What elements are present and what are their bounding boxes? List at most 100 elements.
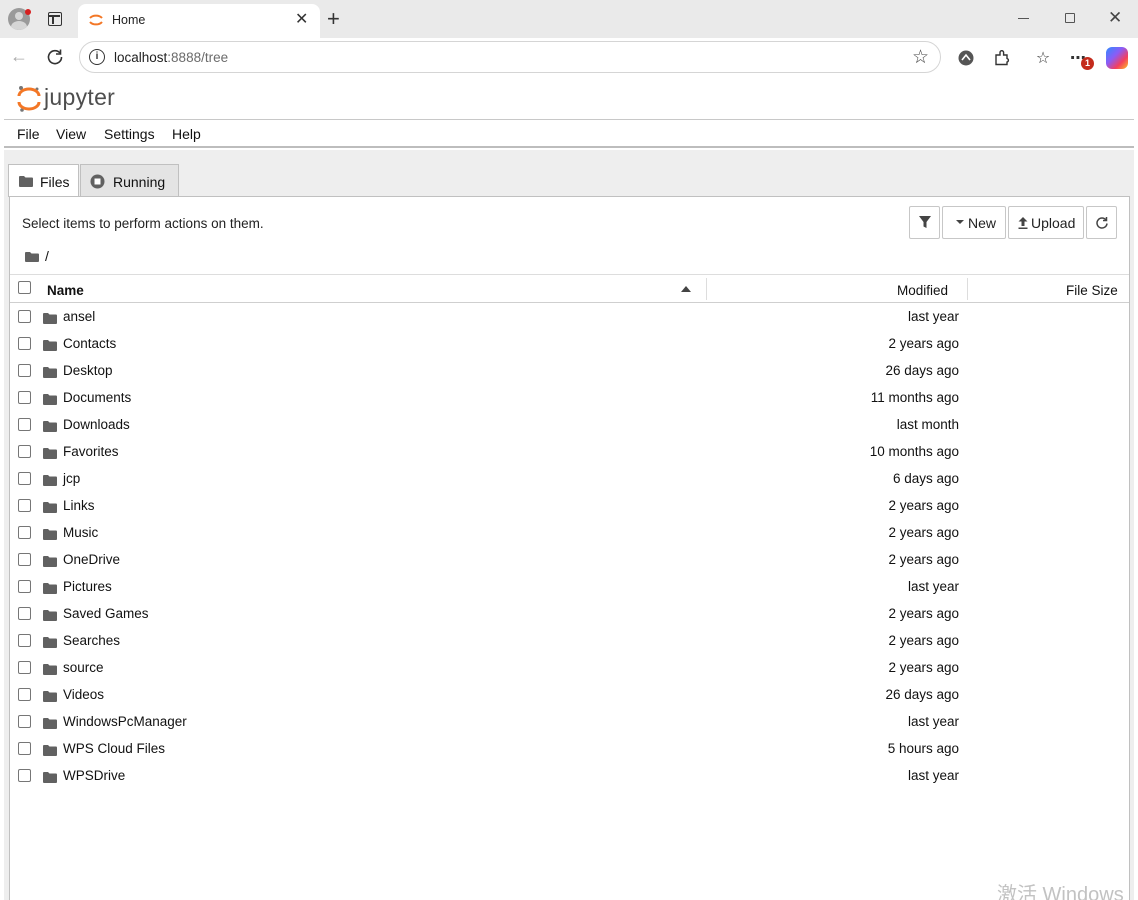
row-checkbox[interactable] [18, 553, 31, 566]
file-name[interactable]: WindowsPcManager [63, 714, 187, 729]
url-text[interactable]: localhost:8888/tree [114, 50, 228, 65]
favorites-icon[interactable]: ☆ [1033, 49, 1053, 69]
row-checkbox[interactable] [18, 769, 31, 782]
sort-ascending-icon[interactable] [681, 286, 691, 292]
home-folder-icon[interactable] [25, 252, 39, 262]
file-name[interactable]: Downloads [63, 417, 130, 432]
row-checkbox[interactable] [18, 499, 31, 512]
menu-file[interactable]: File [17, 126, 40, 142]
maximize-icon[interactable] [1065, 13, 1075, 23]
file-name[interactable]: WPSDrive [63, 768, 125, 783]
row-checkbox[interactable] [18, 418, 31, 431]
folder-icon [43, 311, 57, 324]
file-row[interactable]: Searches 2 years ago [10, 627, 1129, 654]
file-modified: 2 years ago [888, 525, 959, 540]
file-row[interactable]: ansel last year [10, 303, 1129, 330]
row-checkbox[interactable] [18, 310, 31, 323]
folder-icon [43, 581, 57, 594]
column-divider[interactable] [706, 278, 707, 300]
menu-help[interactable]: Help [172, 126, 201, 142]
file-modified: last month [896, 417, 959, 432]
file-name[interactable]: source [63, 660, 104, 675]
file-name[interactable]: Desktop [63, 363, 113, 378]
row-checkbox[interactable] [18, 688, 31, 701]
site-info-icon[interactable]: i [89, 49, 105, 65]
row-checkbox[interactable] [18, 364, 31, 377]
new-button[interactable]: New [942, 206, 1006, 239]
file-name[interactable]: Pictures [63, 579, 112, 594]
favorite-star-icon[interactable]: ☆ [912, 46, 929, 69]
filter-button[interactable] [909, 206, 940, 239]
column-name[interactable]: Name [47, 283, 84, 298]
file-name[interactable]: jcp [63, 471, 80, 486]
close-tab-icon[interactable]: ✕ [295, 11, 308, 29]
file-modified: last year [907, 309, 959, 324]
file-name[interactable]: Documents [63, 390, 131, 405]
row-checkbox[interactable] [18, 526, 31, 539]
row-checkbox[interactable] [18, 580, 31, 593]
row-checkbox[interactable] [18, 742, 31, 755]
minimize-icon[interactable] [1018, 18, 1029, 19]
browser-tab-home[interactable]: Home ✕ [78, 4, 320, 38]
column-file-size[interactable]: File Size [1066, 283, 1118, 298]
file-modified: 26 days ago [885, 687, 959, 702]
file-row[interactable]: WPSDrive last year [10, 762, 1129, 789]
jupyter-logo-icon[interactable] [16, 84, 42, 114]
file-row[interactable]: Contacts 2 years ago [10, 330, 1129, 357]
close-window-icon[interactable]: ✕ [1108, 8, 1122, 28]
file-name[interactable]: ansel [63, 309, 95, 324]
file-row[interactable]: Documents 11 months ago [10, 384, 1129, 411]
back-icon[interactable]: ← [10, 46, 28, 67]
tab-files-label: Files [40, 174, 70, 190]
column-divider[interactable] [967, 278, 968, 300]
file-row[interactable]: Music 2 years ago [10, 519, 1129, 546]
row-checkbox[interactable] [18, 607, 31, 620]
column-modified[interactable]: Modified [897, 283, 948, 298]
file-name[interactable]: Favorites [63, 444, 119, 459]
copilot-icon[interactable] [1106, 47, 1128, 69]
tab-files[interactable]: Files [8, 164, 79, 197]
refresh-button[interactable] [1086, 206, 1117, 239]
tab-actions-icon[interactable] [48, 12, 62, 26]
file-row[interactable]: source 2 years ago [10, 654, 1129, 681]
browser-essentials-icon[interactable] [956, 49, 976, 69]
file-name[interactable]: Saved Games [63, 606, 149, 621]
tab-running[interactable]: Running [80, 164, 179, 196]
reload-icon[interactable] [45, 47, 65, 67]
file-name[interactable]: Videos [63, 687, 104, 702]
file-name[interactable]: WPS Cloud Files [63, 741, 165, 756]
file-row[interactable]: Pictures last year [10, 573, 1129, 600]
file-row[interactable]: Videos 26 days ago [10, 681, 1129, 708]
row-checkbox[interactable] [18, 445, 31, 458]
menu-view[interactable]: View [56, 126, 86, 142]
row-checkbox[interactable] [18, 391, 31, 404]
filter-icon [919, 216, 931, 228]
file-row[interactable]: WPS Cloud Files 5 hours ago [10, 735, 1129, 762]
file-row[interactable]: Desktop 26 days ago [10, 357, 1129, 384]
file-row[interactable]: Downloads last month [10, 411, 1129, 438]
file-row[interactable]: Links 2 years ago [10, 492, 1129, 519]
file-name[interactable]: Music [63, 525, 98, 540]
file-row[interactable]: WindowsPcManager last year [10, 708, 1129, 735]
menu-settings[interactable]: Settings [104, 126, 155, 142]
row-checkbox[interactable] [18, 472, 31, 485]
select-all-checkbox[interactable] [18, 281, 31, 294]
new-tab-icon[interactable]: + [327, 7, 340, 31]
file-row[interactable]: Saved Games 2 years ago [10, 600, 1129, 627]
file-name[interactable]: Links [63, 498, 95, 513]
row-checkbox[interactable] [18, 661, 31, 674]
address-bar[interactable]: i localhost:8888/tree ☆ [79, 41, 941, 73]
extensions-icon[interactable] [992, 49, 1012, 69]
file-name[interactable]: Searches [63, 633, 120, 648]
row-checkbox[interactable] [18, 715, 31, 728]
breadcrumb[interactable]: / [45, 248, 49, 264]
file-name[interactable]: OneDrive [63, 552, 120, 567]
file-row[interactable]: jcp 6 days ago [10, 465, 1129, 492]
file-row[interactable]: OneDrive 2 years ago [10, 546, 1129, 573]
file-name[interactable]: Contacts [63, 336, 116, 351]
row-checkbox[interactable] [18, 634, 31, 647]
file-row[interactable]: Favorites 10 months ago [10, 438, 1129, 465]
upload-button[interactable]: Upload [1008, 206, 1084, 239]
browser-tab-title: Home [112, 13, 146, 27]
row-checkbox[interactable] [18, 337, 31, 350]
